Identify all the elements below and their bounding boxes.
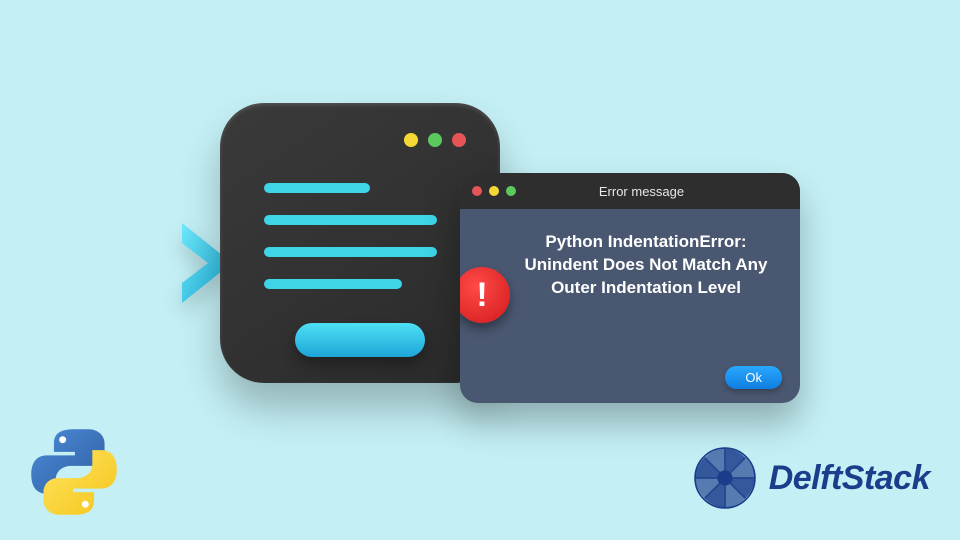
code-pill-decoration: [295, 323, 425, 357]
traffic-lights-back: [404, 133, 466, 147]
minimize-dot-icon: [404, 133, 418, 147]
alert-icon: !: [460, 267, 510, 323]
error-dialog: Error message ! Python IndentationError:…: [460, 173, 800, 403]
traffic-lights-front: [472, 186, 516, 196]
dialog-title: Error message: [523, 184, 760, 199]
minimize-dot-icon: [489, 186, 499, 196]
code-lines-decoration: [264, 183, 456, 289]
maximize-dot-icon: [428, 133, 442, 147]
delftstack-text: DelftStack: [769, 459, 930, 498]
dialog-titlebar: Error message: [460, 173, 800, 209]
close-dot-icon: [472, 186, 482, 196]
maximize-dot-icon: [506, 186, 516, 196]
close-dot-icon: [452, 133, 466, 147]
code-editor-icon: [220, 103, 500, 383]
delftstack-logo: DelftStack: [691, 444, 930, 512]
python-logo-icon: [26, 424, 122, 520]
error-message: Python IndentationError: Unindent Does N…: [516, 231, 776, 300]
ok-button[interactable]: Ok: [725, 366, 782, 389]
mandala-icon: [691, 444, 759, 512]
